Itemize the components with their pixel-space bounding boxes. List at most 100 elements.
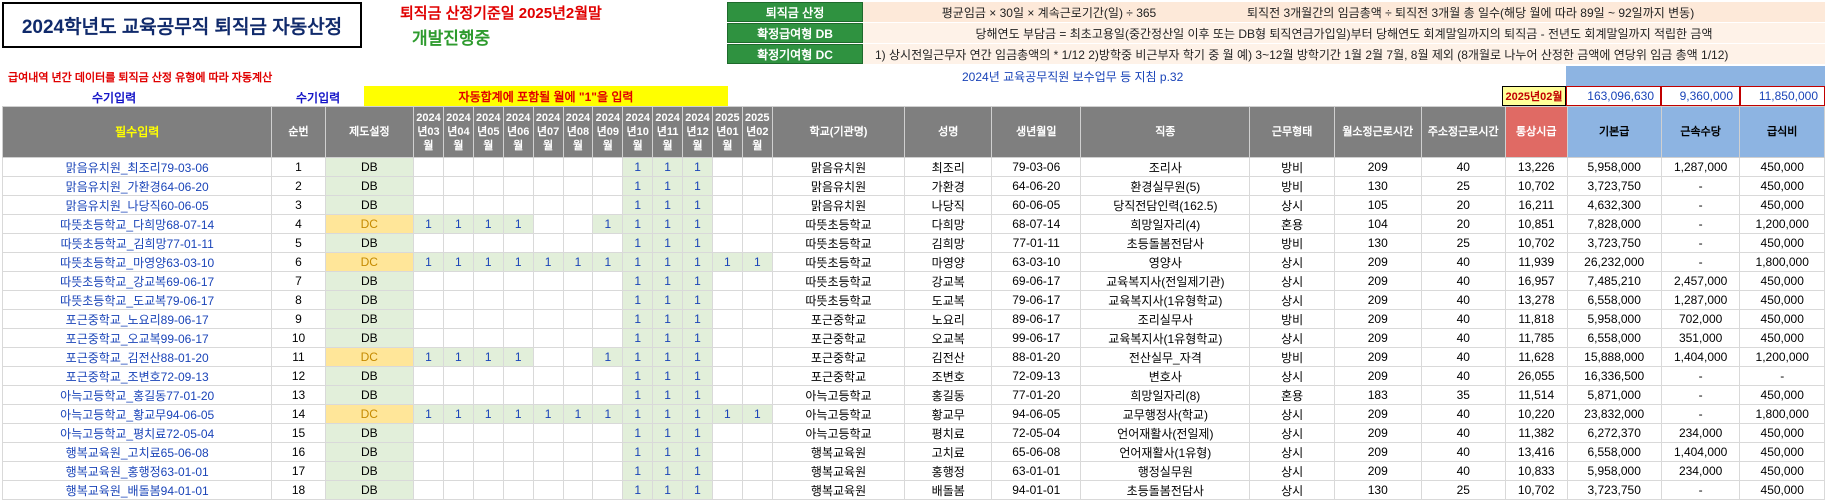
base-pay-cell[interactable]: 5,958,000: [1566, 157, 1662, 177]
weekly-hours-cell[interactable]: 35: [1420, 385, 1506, 405]
month-cell[interactable]: 1: [442, 404, 474, 424]
monthly-hours-cell[interactable]: 209: [1333, 328, 1422, 348]
month-cell[interactable]: [592, 328, 624, 348]
month-cell[interactable]: 1: [622, 157, 654, 177]
work-type-cell[interactable]: 상시: [1249, 404, 1335, 424]
system-cell[interactable]: DC: [324, 347, 415, 367]
system-cell[interactable]: DB: [324, 423, 415, 443]
seq-cell[interactable]: 4: [271, 214, 326, 234]
key-cell[interactable]: 따뜻초등학교_마영양63-03-10: [1, 252, 273, 272]
month-cell[interactable]: 1: [682, 385, 713, 405]
month-cell[interactable]: 1: [532, 404, 564, 424]
work-type-cell[interactable]: 상시: [1249, 480, 1335, 500]
month-cell[interactable]: [741, 461, 773, 481]
month-cell[interactable]: 1: [442, 252, 474, 272]
meal-cell[interactable]: -: [1739, 366, 1825, 386]
base-pay-cell[interactable]: 7,485,210: [1566, 271, 1662, 291]
month-cell[interactable]: [502, 157, 534, 177]
month-cell[interactable]: 1: [652, 385, 684, 405]
system-cell[interactable]: DB: [324, 233, 415, 253]
month-cell[interactable]: 1: [652, 176, 684, 196]
month-cell[interactable]: 1: [682, 195, 713, 215]
seniority-cell[interactable]: -: [1660, 233, 1741, 253]
month-cell[interactable]: [472, 176, 504, 196]
job-cell[interactable]: 조리실무사: [1080, 309, 1251, 329]
month-cell[interactable]: [562, 461, 594, 481]
meal-cell[interactable]: 450,000: [1739, 271, 1825, 291]
name-cell[interactable]: 다희망: [904, 214, 993, 234]
base-pay-cell[interactable]: 3,723,750: [1566, 176, 1662, 196]
month-cell[interactable]: [741, 195, 773, 215]
school-cell[interactable]: 포근중학교: [771, 328, 906, 348]
seniority-cell[interactable]: -: [1660, 480, 1741, 500]
month-cell[interactable]: [741, 423, 773, 443]
month-cell[interactable]: [592, 290, 624, 310]
month-cell[interactable]: [741, 309, 773, 329]
seniority-cell[interactable]: -: [1660, 214, 1741, 234]
month-cell[interactable]: [442, 290, 474, 310]
meal-cell[interactable]: 1,200,000: [1739, 214, 1825, 234]
month-cell[interactable]: [562, 214, 594, 234]
month-cell[interactable]: [532, 423, 564, 443]
seq-cell[interactable]: 2: [271, 176, 326, 196]
month-cell[interactable]: [532, 214, 564, 234]
month-cell[interactable]: [413, 366, 444, 386]
month-cell[interactable]: [711, 423, 743, 443]
key-cell[interactable]: 포근중학교_노요리89-06-17: [1, 309, 273, 329]
month-cell[interactable]: [472, 442, 504, 462]
school-cell[interactable]: 행복교육원: [771, 461, 906, 481]
month-cell[interactable]: [442, 461, 474, 481]
key-cell[interactable]: 맑음유치원_가환경64-06-20: [1, 176, 273, 196]
ordinary-hourly-cell[interactable]: 10,702: [1504, 233, 1568, 253]
name-cell[interactable]: 조변호: [904, 366, 993, 386]
weekly-hours-cell[interactable]: 40: [1420, 328, 1506, 348]
month-cell[interactable]: [502, 480, 534, 500]
month-cell[interactable]: [711, 480, 743, 500]
month-cell[interactable]: 1: [652, 423, 684, 443]
month-cell[interactable]: [562, 309, 594, 329]
month-cell[interactable]: 1: [622, 252, 654, 272]
meal-cell[interactable]: 450,000: [1739, 480, 1825, 500]
month-cell[interactable]: [711, 214, 743, 234]
month-cell[interactable]: 1: [592, 214, 624, 234]
base-pay-cell[interactable]: 26,232,000: [1566, 252, 1662, 272]
weekly-hours-cell[interactable]: 25: [1420, 233, 1506, 253]
seniority-cell[interactable]: -: [1660, 176, 1741, 196]
weekly-hours-cell[interactable]: 40: [1420, 271, 1506, 291]
month-cell[interactable]: [413, 176, 444, 196]
month-cell[interactable]: 1: [652, 328, 684, 348]
birth-cell[interactable]: 69-06-17: [991, 271, 1082, 291]
system-cell[interactable]: DB: [324, 328, 415, 348]
ordinary-hourly-cell[interactable]: 11,382: [1504, 423, 1568, 443]
seniority-cell[interactable]: -: [1660, 366, 1741, 386]
birth-cell[interactable]: 79-03-06: [991, 157, 1082, 177]
month-cell[interactable]: [532, 195, 564, 215]
work-type-cell[interactable]: 상시: [1249, 290, 1335, 310]
month-cell[interactable]: [413, 328, 444, 348]
ordinary-hourly-cell[interactable]: 10,702: [1504, 480, 1568, 500]
birth-cell[interactable]: 77-01-11: [991, 233, 1082, 253]
base-pay-cell[interactable]: 4,632,300: [1566, 195, 1662, 215]
name-cell[interactable]: 홍행정: [904, 461, 993, 481]
monthly-hours-cell[interactable]: 105: [1333, 195, 1422, 215]
weekly-hours-cell[interactable]: 40: [1420, 290, 1506, 310]
month-cell[interactable]: 1: [652, 214, 684, 234]
monthly-hours-cell[interactable]: 209: [1333, 347, 1422, 367]
month-cell[interactable]: 1: [652, 233, 684, 253]
weekly-hours-cell[interactable]: 40: [1420, 442, 1506, 462]
month-cell[interactable]: [592, 366, 624, 386]
month-cell[interactable]: 1: [652, 366, 684, 386]
month-cell[interactable]: [562, 442, 594, 462]
school-cell[interactable]: 포근중학교: [771, 309, 906, 329]
month-cell[interactable]: [592, 176, 624, 196]
weekly-hours-cell[interactable]: 25: [1420, 480, 1506, 500]
weekly-hours-cell[interactable]: 25: [1420, 176, 1506, 196]
birth-cell[interactable]: 99-06-17: [991, 328, 1082, 348]
work-type-cell[interactable]: 상시: [1249, 252, 1335, 272]
seq-cell[interactable]: 10: [271, 328, 326, 348]
month-cell[interactable]: [711, 195, 743, 215]
seniority-cell[interactable]: 2,457,000: [1660, 271, 1741, 291]
base-pay-cell[interactable]: 7,828,000: [1566, 214, 1662, 234]
month-cell[interactable]: [562, 290, 594, 310]
birth-cell[interactable]: 68-07-14: [991, 214, 1082, 234]
